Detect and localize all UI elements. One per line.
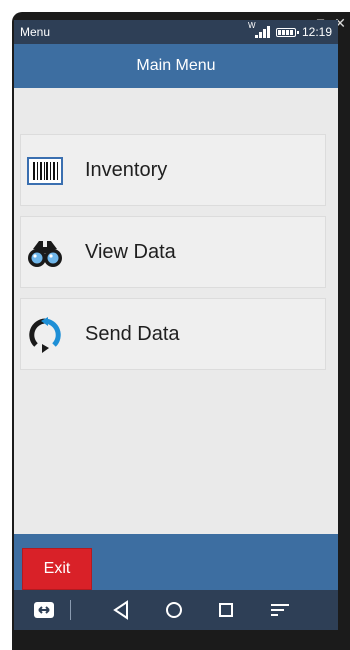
footer-bar: Exit <box>14 534 338 590</box>
network-type-label: W <box>247 21 256 30</box>
sync-icon <box>29 317 61 353</box>
status-app-label: Menu <box>20 25 51 39</box>
menu-item-send-data[interactable]: Send Data <box>20 298 326 370</box>
status-time: 12:19 <box>301 25 332 39</box>
exit-button[interactable]: Exit <box>22 548 92 590</box>
status-indicators: W 12:19 <box>248 21 332 39</box>
nav-divider <box>70 600 71 620</box>
menu-item-view-data[interactable]: View Data <box>20 216 326 288</box>
system-navigation-bar <box>14 590 338 630</box>
menu-item-label: View Data <box>85 240 176 263</box>
battery-icon <box>275 27 299 37</box>
app-switch-icon[interactable] <box>32 598 56 622</box>
recents-icon[interactable] <box>214 598 238 622</box>
main-menu-list: Inventory View Data Send Data <box>14 88 338 534</box>
signal-icon: W <box>248 21 270 38</box>
menu-item-label: Send Data <box>85 322 180 345</box>
binoculars-icon <box>28 241 62 267</box>
menu-item-inventory[interactable]: Inventory <box>20 134 326 206</box>
page-title-bar: Main Menu <box>14 44 338 88</box>
back-icon[interactable] <box>110 598 134 622</box>
menu-item-label: Inventory <box>85 158 168 181</box>
barcode-icon <box>27 157 63 185</box>
menu-icon[interactable] <box>268 598 292 622</box>
status-bar: Menu W 12:19 <box>14 20 338 44</box>
page-title: Main Menu <box>136 57 216 74</box>
home-icon[interactable] <box>162 598 186 622</box>
